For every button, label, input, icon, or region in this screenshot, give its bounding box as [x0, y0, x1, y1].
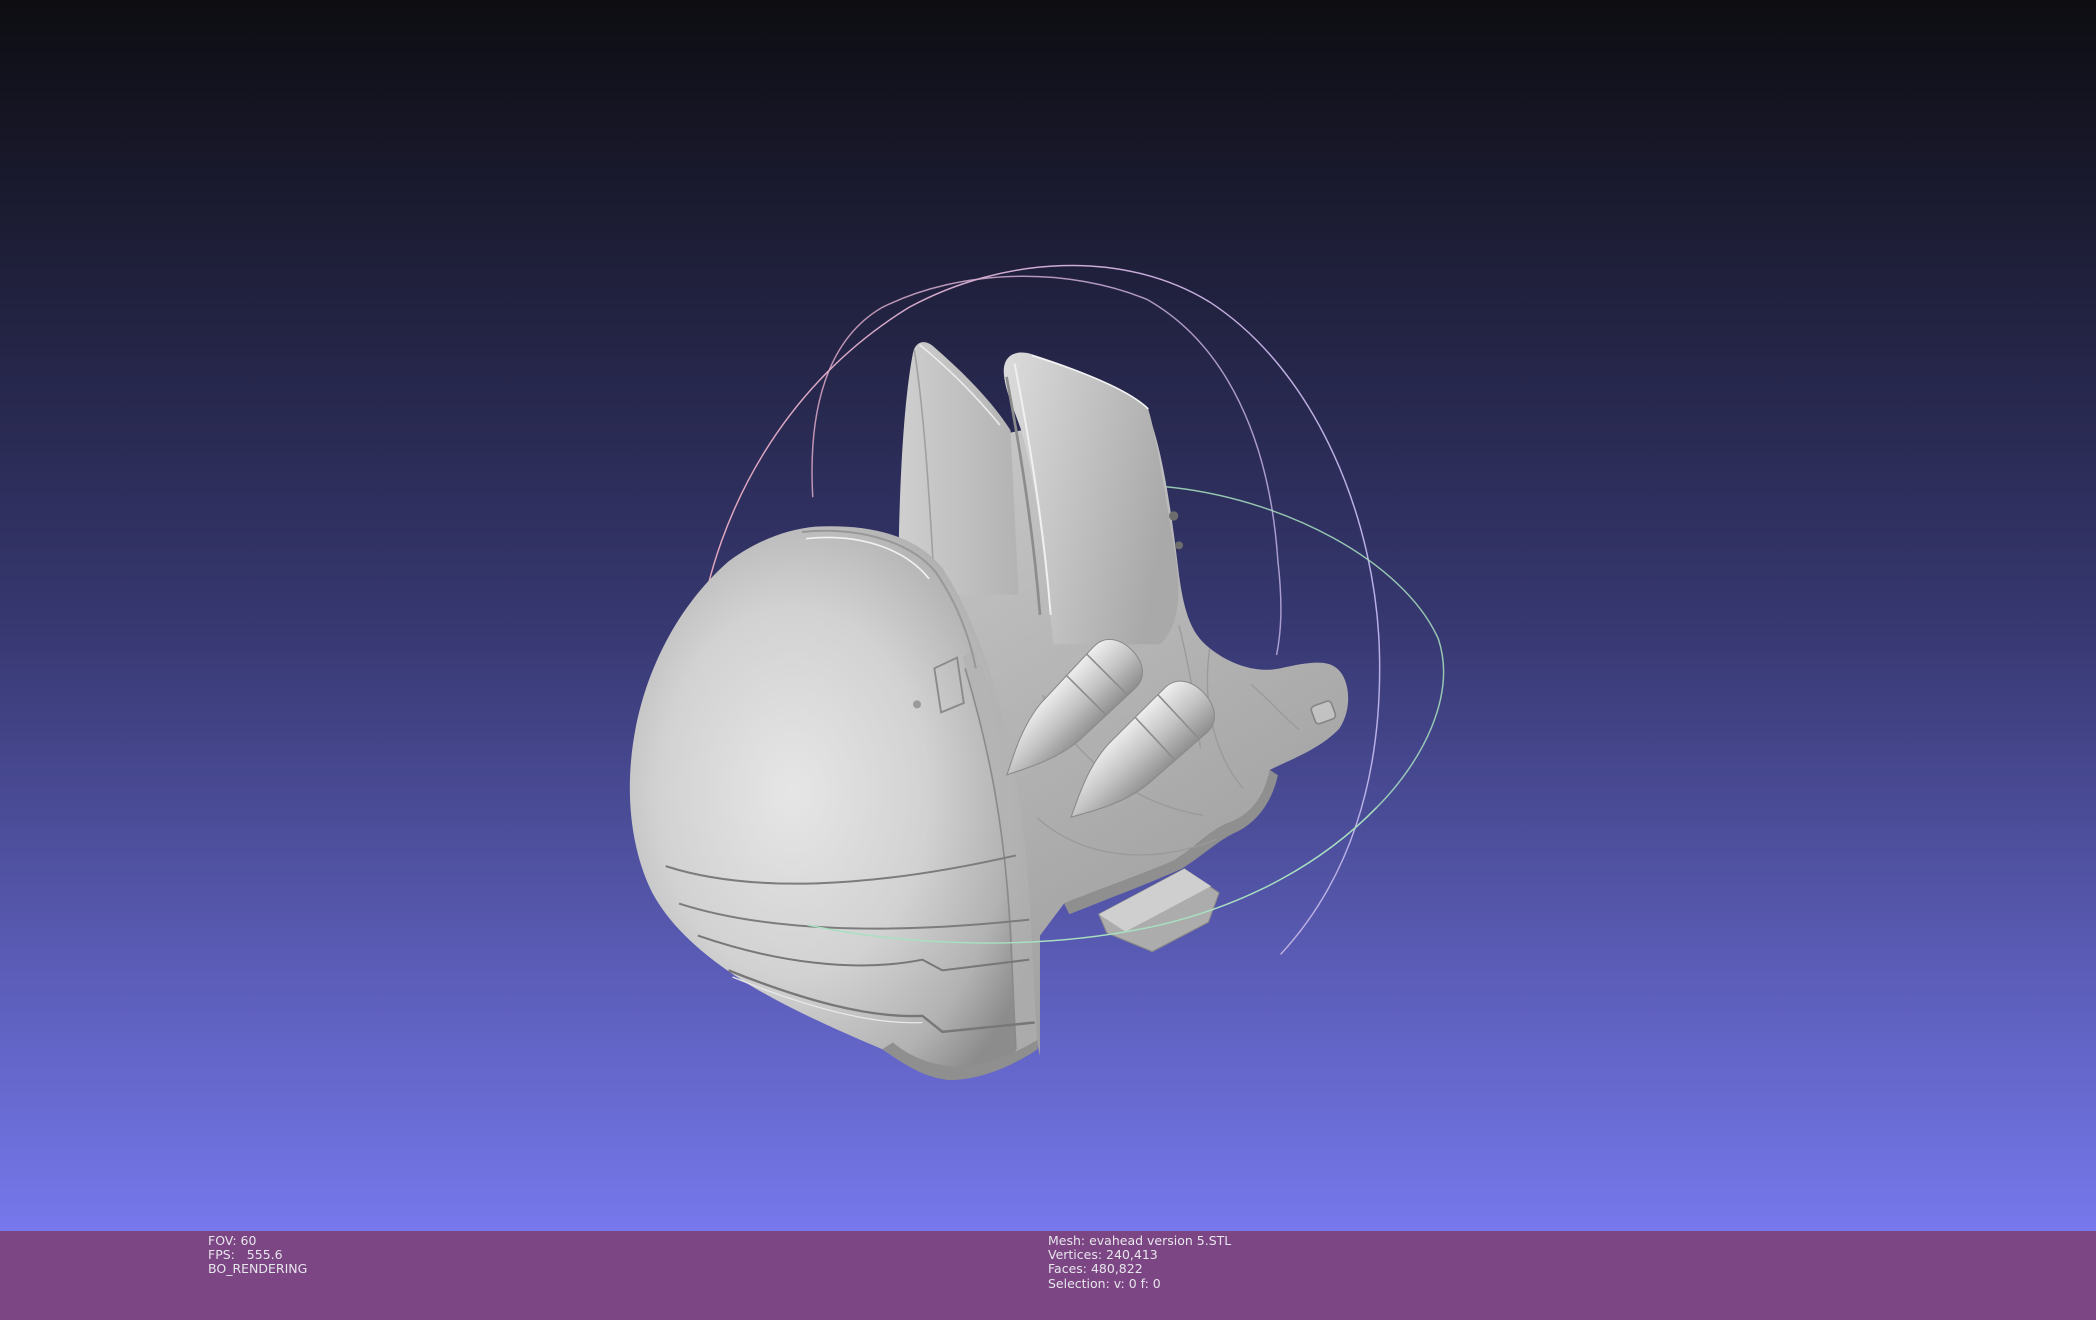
crest-rivet: [912, 700, 922, 709]
fps-readout: FPS: 555.6: [208, 1247, 283, 1263]
mesh-info: Mesh: evahead version 5.STL Vertices: 24…: [1048, 1233, 1232, 1291]
side-hole: [1174, 541, 1184, 550]
render-info: FOV: 60 FPS: 555.6 BO_RENDERING: [208, 1233, 308, 1277]
vertices-readout: Vertices: 240,413: [1048, 1247, 1158, 1263]
selection-readout: Selection: v: 0 f: 0: [1048, 1275, 1161, 1291]
3d-viewport[interactable]: [0, 0, 2096, 1231]
mesh-name-readout: Mesh: evahead version 5.STL: [1048, 1233, 1232, 1248]
side-hole: [1168, 511, 1179, 521]
helmet-mesh: [629, 342, 1349, 1080]
info-bar: FOV: 60 FPS: 555.6 BO_RENDERING Mesh: ev…: [0, 1231, 2096, 1320]
render-mode-readout: BO_RENDERING: [208, 1261, 308, 1277]
faces-readout: Faces: 480,822: [1048, 1261, 1143, 1277]
mesh-viewport[interactable]: [0, 0, 2096, 1231]
fov-readout: FOV: 60: [208, 1233, 257, 1248]
